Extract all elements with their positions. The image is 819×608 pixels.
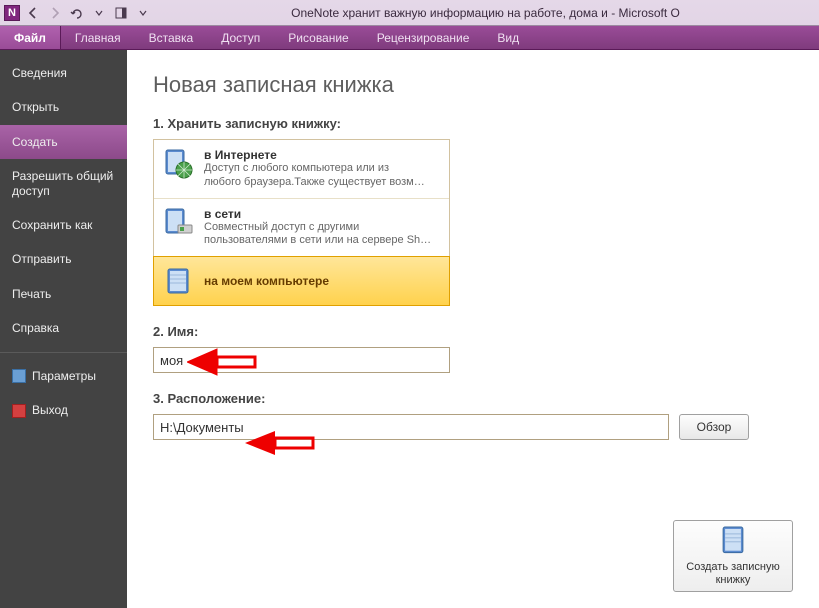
storage-desc: Доступ с любого компьютера или из [204, 162, 441, 176]
annotation-arrow-1 [187, 347, 257, 377]
undo-icon[interactable] [68, 4, 86, 22]
quick-access-toolbar [24, 4, 152, 22]
sidebar-item-open[interactable]: Открыть [0, 90, 127, 124]
storage-title: на моем компьютере [204, 274, 329, 288]
section-path-label: 3. Расположение: [153, 391, 793, 406]
storage-options: в Интернете Доступ с любого компьютера и… [153, 139, 450, 306]
sidebar-separator [0, 352, 127, 353]
storage-option-network[interactable]: в сети Совместный доступ с другими польз… [154, 199, 449, 258]
sidebar-item-label: Параметры [32, 369, 96, 383]
options-icon [12, 369, 26, 383]
sidebar-item-info[interactable]: Сведения [0, 56, 127, 90]
storage-desc: любого браузера.Также существует возм… [204, 176, 441, 190]
ribbon-tabs: Файл Главная Вставка Доступ Рисование Ре… [0, 26, 819, 50]
notebook-path-input[interactable] [153, 414, 669, 440]
page-title: Новая записная книжка [153, 72, 793, 98]
tab-draw[interactable]: Рисование [274, 26, 362, 49]
storage-title: в Интернете [204, 148, 441, 162]
backstage-content: Новая записная книжка 1. Хранить записну… [127, 50, 819, 608]
backstage-sidebar: Сведения Открыть Создать Разрешить общий… [0, 50, 127, 608]
tab-share[interactable]: Доступ [207, 26, 274, 49]
section-storage-label: 1. Хранить записную книжку: [153, 116, 793, 131]
storage-option-local[interactable]: на моем компьютере [153, 256, 450, 306]
storage-option-web[interactable]: в Интернете Доступ с любого компьютера и… [154, 140, 449, 199]
window-title: OneNote хранит важную информацию на рабо… [152, 6, 819, 20]
dock-icon[interactable] [112, 4, 130, 22]
sidebar-item-send[interactable]: Отправить [0, 242, 127, 276]
back-icon[interactable] [24, 4, 42, 22]
sidebar-item-options[interactable]: Параметры [0, 359, 127, 394]
sidebar-item-print[interactable]: Печать [0, 277, 127, 311]
tab-home[interactable]: Главная [61, 26, 135, 49]
notebook-web-icon [162, 148, 194, 180]
tab-insert[interactable]: Вставка [135, 26, 208, 49]
sidebar-item-new[interactable]: Создать [0, 125, 127, 159]
storage-desc: Совместный доступ с другими [204, 221, 441, 235]
app-icon: N [4, 5, 20, 21]
sidebar-item-help[interactable]: Справка [0, 311, 127, 345]
sidebar-item-label: Выход [32, 403, 68, 417]
notebook-network-icon [162, 207, 194, 239]
exit-icon [12, 404, 26, 418]
qat-dropdown-icon[interactable] [90, 4, 108, 22]
sidebar-item-saveas[interactable]: Сохранить как [0, 208, 127, 242]
tab-view[interactable]: Вид [483, 26, 533, 49]
title-bar: N OneNote хранит важную информацию на ра… [0, 0, 819, 26]
sidebar-item-share[interactable]: Разрешить общий доступ [0, 159, 127, 208]
notebook-local-icon [162, 265, 194, 297]
annotation-arrow-2 [245, 428, 315, 458]
sidebar-item-exit[interactable]: Выход [0, 393, 127, 428]
create-button-label: Создать записную книжку [678, 561, 788, 587]
browse-button[interactable]: Обзор [679, 414, 749, 440]
notebook-icon [719, 525, 747, 557]
tab-file[interactable]: Файл [0, 26, 61, 49]
section-name-label: 2. Имя: [153, 324, 793, 339]
tab-review[interactable]: Рецензирование [363, 26, 484, 49]
storage-desc: пользователями в сети или на сервере Sh… [204, 234, 441, 248]
forward-icon[interactable] [46, 4, 64, 22]
storage-title: в сети [204, 207, 441, 221]
qat-customize-icon[interactable] [134, 4, 152, 22]
create-notebook-button[interactable]: Создать записную книжку [673, 520, 793, 592]
